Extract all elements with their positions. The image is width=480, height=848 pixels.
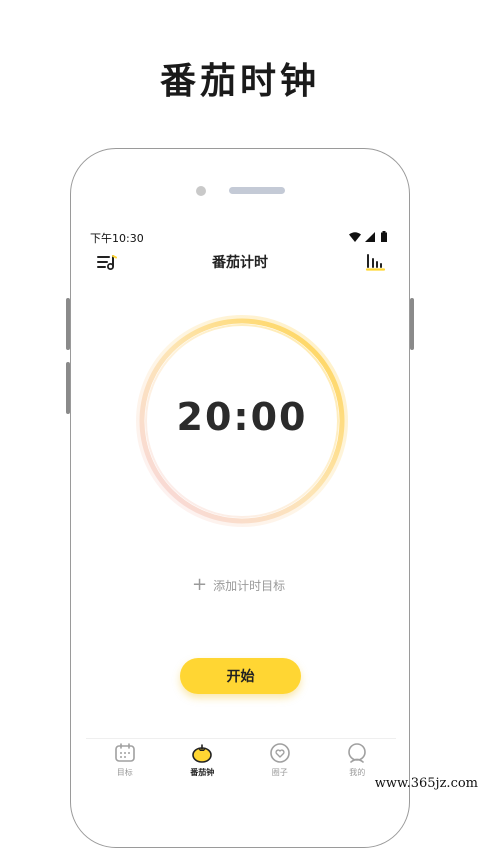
- bottom-tab-bar: 目标 番茄钟 圈子 我的: [86, 738, 396, 783]
- tab-circle[interactable]: 圈子: [241, 739, 319, 783]
- calendar-icon: [114, 743, 135, 762]
- earpiece-speaker: [229, 187, 285, 194]
- tab-label: 我的: [349, 768, 366, 777]
- watermark: www.365jz.com: [374, 776, 478, 791]
- add-goal-button[interactable]: + 添加计时目标: [192, 575, 285, 595]
- start-button[interactable]: 开始: [180, 658, 301, 694]
- wifi-icon: [349, 232, 361, 242]
- plus-icon: +: [192, 574, 208, 595]
- page-title: 番茄计时: [212, 255, 268, 271]
- power-button: [410, 298, 414, 350]
- battery-icon: [381, 231, 387, 242]
- tab-label: 番茄钟: [190, 768, 215, 777]
- timer-display: 20:00: [176, 395, 308, 439]
- promo-title: 番茄时钟: [159, 61, 320, 102]
- add-goal-label: 添加计时目标: [213, 578, 286, 593]
- bar-chart-icon[interactable]: [364, 252, 386, 272]
- tab-label: 目标: [116, 768, 133, 777]
- profile-icon: [348, 743, 367, 763]
- tab-label: 圈子: [271, 768, 288, 777]
- music-list-icon[interactable]: [96, 252, 118, 272]
- heart-chat-icon: [269, 743, 290, 763]
- tab-pomodoro[interactable]: 番茄钟: [164, 739, 242, 783]
- tomato-icon: [192, 744, 213, 763]
- front-camera: [196, 186, 206, 196]
- signal-icon: [365, 232, 375, 242]
- status-icons: [349, 231, 387, 242]
- tab-goals[interactable]: 目标: [86, 739, 164, 783]
- status-time: 下午10:30: [90, 232, 144, 245]
